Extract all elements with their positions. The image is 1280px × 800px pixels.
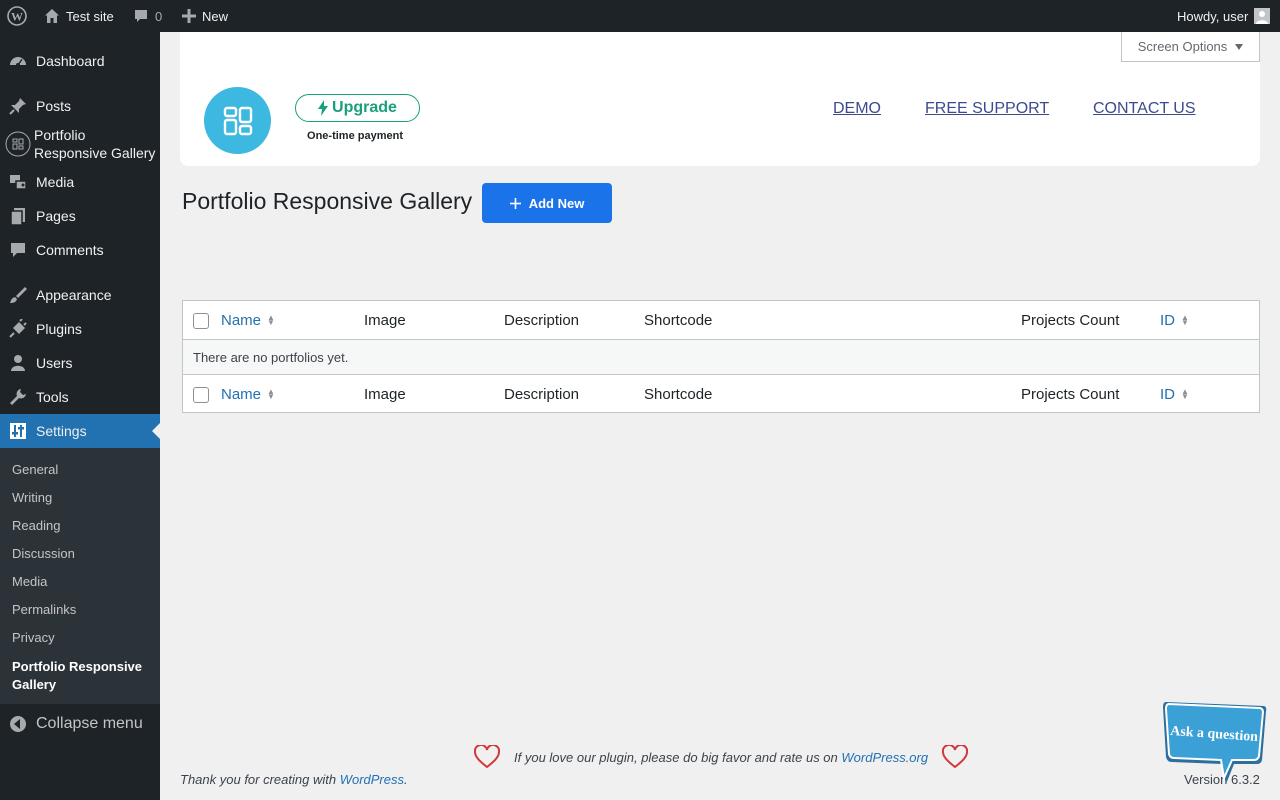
column-image-footer: Image	[364, 385, 406, 403]
submenu-discussion[interactable]: Discussion	[12, 546, 75, 561]
payment-note: One-time payment	[307, 130, 403, 142]
collapse-menu-button[interactable]: Collapse menu	[0, 708, 160, 740]
page-title: Portfolio Responsive Gallery	[182, 188, 473, 214]
submenu-privacy[interactable]: Privacy	[12, 630, 55, 645]
plugin-logo	[204, 87, 271, 154]
ask-question-button[interactable]: Ask a question	[1160, 698, 1268, 790]
submenu-media[interactable]: Media	[12, 574, 47, 589]
demo-link[interactable]: DEMO	[833, 100, 881, 118]
site-name-link[interactable]: Test site	[44, 0, 114, 32]
column-name-header[interactable]: Name ▲ ▼	[221, 301, 275, 339]
column-projects-count-footer: Projects Count	[1021, 385, 1120, 403]
free-support-link[interactable]: FREE SUPPORT	[925, 100, 1049, 118]
portfolios-table: Name ▲ ▼ Image Description Shortcode Proj…	[182, 300, 1260, 413]
pin-icon	[8, 96, 28, 116]
speech-bubble-icon: Ask a question	[1163, 702, 1267, 784]
menu-item-appearance[interactable]: Appearance	[0, 278, 160, 312]
menu-item-comments[interactable]: Comments	[0, 233, 160, 267]
plugin-icon	[8, 319, 28, 339]
settings-icon	[8, 421, 28, 441]
add-new-button[interactable]: Add New	[482, 183, 612, 223]
screen-options-button[interactable]: Screen Options	[1121, 32, 1260, 62]
sort-arrows-icon: ▲ ▼	[1181, 387, 1189, 401]
lightning-icon	[318, 100, 329, 116]
avatar	[1254, 8, 1271, 24]
sort-arrows-icon: ▲ ▼	[267, 313, 275, 327]
submenu-permalinks[interactable]: Permalinks	[12, 602, 76, 617]
submenu-reading[interactable]: Reading	[12, 518, 60, 533]
contact-us-link[interactable]: CONTACT US	[1093, 100, 1196, 118]
menu-item-tools[interactable]: Tools	[0, 380, 160, 414]
wordpress-org-link[interactable]: WordPress.org	[841, 750, 928, 765]
column-shortcode-header: Shortcode	[644, 311, 713, 329]
column-shortcode-footer: Shortcode	[644, 385, 713, 403]
menu-item-users[interactable]: Users	[0, 346, 160, 380]
comments-icon	[8, 240, 28, 260]
menu-item-pages[interactable]: Pages	[0, 199, 160, 233]
column-name-footer[interactable]: Name ▲ ▼	[221, 375, 275, 413]
my-account-link[interactable]: Howdy, user	[1177, 0, 1271, 32]
column-id-header[interactable]: ID ▲ ▼	[1160, 301, 1189, 339]
brush-icon	[8, 285, 28, 305]
select-all-checkbox[interactable]	[193, 313, 209, 329]
caret-down-icon	[1235, 43, 1244, 50]
menu-item-posts[interactable]: Posts	[0, 89, 160, 123]
menu-item-dashboard[interactable]: Dashboard	[0, 44, 160, 78]
new-content-link[interactable]: New	[182, 0, 228, 32]
current-menu-arrow	[152, 423, 160, 439]
sort-arrows-icon: ▲ ▼	[267, 387, 275, 401]
users-icon	[8, 353, 28, 373]
wordpress-logo-icon[interactable]: W	[7, 0, 27, 32]
menu-item-media[interactable]: Media	[0, 165, 160, 199]
comments-count: 0	[155, 8, 163, 24]
collapse-arrow-icon	[8, 714, 28, 734]
column-image-header: Image	[364, 311, 406, 329]
menu-item-settings[interactable]: Settings	[0, 414, 160, 448]
submenu-portfolio-gallery[interactable]: Portfolio Responsive Gallery	[12, 658, 152, 694]
admin-bar: W Test site 0 New Howdy, user	[0, 0, 1280, 32]
submenu-general[interactable]: General	[12, 462, 58, 477]
sort-arrows-icon: ▲ ▼	[1181, 313, 1189, 327]
empty-message-row: There are no portfolios yet.	[183, 339, 1259, 375]
home-icon	[45, 9, 59, 23]
media-icon	[8, 172, 28, 192]
select-all-checkbox-footer[interactable]	[193, 387, 209, 403]
gallery-icon	[5, 131, 31, 157]
plus-icon	[509, 197, 521, 209]
wordpress-link[interactable]: WordPress	[340, 772, 404, 787]
heart-icon	[474, 745, 500, 769]
rate-text: If you love our plugin, please do big fa…	[514, 749, 838, 765]
heart-icon	[942, 745, 969, 769]
screen-options-label: Screen Options	[1137, 39, 1228, 54]
add-new-label: Add New	[528, 195, 585, 211]
column-projects-count-header: Projects Count	[1021, 311, 1120, 329]
footer-thanks: Thank you for creating with WordPress.	[180, 772, 408, 787]
settings-submenu: General Writing Reading Discussion Media…	[0, 448, 160, 704]
upgrade-button[interactable]: Upgrade	[295, 94, 420, 122]
submenu-writing[interactable]: Writing	[12, 490, 52, 505]
menu-item-plugins[interactable]: Plugins	[0, 312, 160, 346]
site-name: Test site	[66, 8, 114, 24]
table-footer-row: Name ▲ ▼ Image Description Shortcode Proj…	[183, 375, 1259, 413]
svg-text:W: W	[11, 10, 23, 24]
table-header-row: Name ▲ ▼ Image Description Shortcode Proj…	[183, 301, 1259, 339]
gallery-grid-icon	[223, 106, 252, 135]
comments-link[interactable]: 0	[133, 0, 162, 32]
column-description-header: Description	[504, 311, 580, 329]
column-id-footer[interactable]: ID ▲ ▼	[1160, 375, 1189, 413]
column-description-footer: Description	[504, 385, 580, 403]
pages-icon	[8, 206, 28, 226]
new-label: New	[202, 8, 229, 24]
rate-us-line: If you love our plugin, please do big fa…	[474, 744, 969, 770]
comment-bubble-icon	[135, 10, 147, 22]
plus-icon	[182, 9, 196, 23]
dashboard-icon	[8, 51, 28, 71]
admin-sidebar: Dashboard Posts Portfolio Responsive Gal…	[0, 32, 160, 800]
wrench-icon	[8, 387, 28, 407]
howdy-text: Howdy, user	[1177, 8, 1249, 24]
upgrade-label: Upgrade	[332, 99, 397, 116]
menu-item-portfolio-gallery[interactable]: Portfolio Responsive Gallery	[0, 124, 160, 164]
